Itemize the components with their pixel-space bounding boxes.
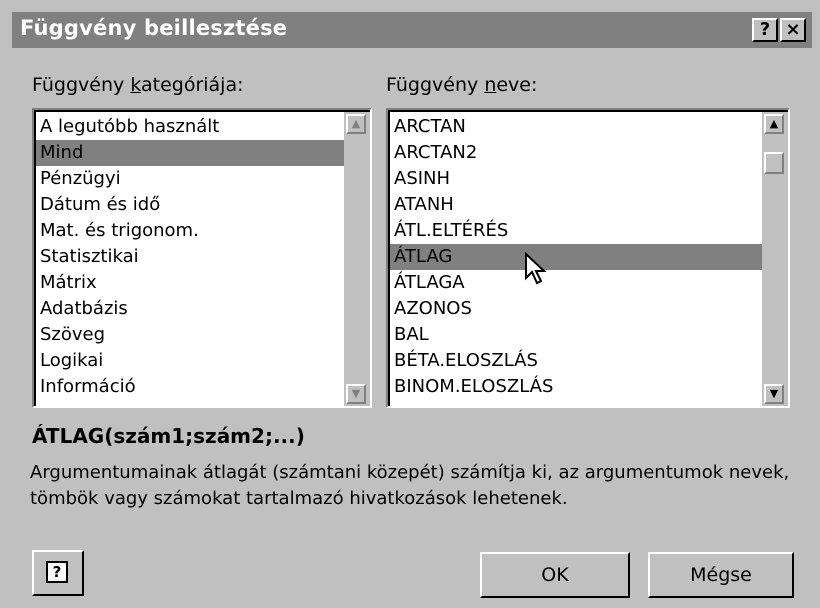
function-items: ARCTAN ARCTAN2 ASINH ATANH ÁTL.ELTÉRÉS ÁTLAG Á… — [390, 114, 762, 400]
scroll-up-icon[interactable]: ▲ — [346, 114, 366, 134]
list-item[interactable]: Pénzügyi — [36, 166, 344, 192]
help-title-button[interactable]: ? — [752, 18, 778, 42]
list-item[interactable]: ASINH — [390, 166, 762, 192]
list-item[interactable]: AZONOS — [390, 296, 762, 322]
category-label-accelerator: k — [130, 74, 141, 96]
list-item[interactable]: Mind — [36, 140, 344, 166]
list-item[interactable]: ÁTL.ELTÉRÉS — [390, 218, 762, 244]
function-listbox[interactable]: ARCTAN ARCTAN2 ASINH ATANH ÁTL.ELTÉRÉS ÁTLAG Á… — [386, 108, 790, 408]
function-name-label: Függvény neve: — [386, 74, 537, 96]
list-item[interactable]: Szöveg — [36, 322, 344, 348]
list-item[interactable]: Információ — [36, 374, 344, 400]
list-item[interactable]: BÉTA.ELOSZLÁS — [390, 348, 762, 374]
list-item[interactable]: Mátrix — [36, 270, 344, 296]
list-item[interactable]: BAL — [390, 322, 762, 348]
category-label: Függvény kategóriája: — [32, 74, 244, 96]
ok-label: OK — [541, 564, 569, 586]
dialog-title: Függvény beillesztése — [20, 16, 288, 40]
help-icon: ? — [46, 561, 68, 583]
close-button[interactable]: × — [780, 18, 806, 42]
category-listbox[interactable]: A legutóbb használt Mind Pénzügyi Dátum és … — [32, 108, 372, 408]
cancel-button[interactable]: Mégse — [648, 552, 794, 598]
scroll-thumb[interactable] — [764, 152, 784, 174]
scroll-up-icon[interactable]: ▲ — [764, 114, 784, 134]
list-item[interactable]: ATANH — [390, 192, 762, 218]
function-scrollbar[interactable]: ▲ ▼ — [762, 112, 788, 406]
list-item[interactable]: BINOM.ELOSZLÁS — [390, 374, 762, 400]
list-item[interactable]: ARCTAN2 — [390, 140, 762, 166]
function-label-text-rest: eve: — [496, 74, 538, 96]
category-label-text: Függvény — [32, 74, 131, 96]
help-button[interactable]: ? — [32, 550, 84, 596]
mouse-cursor-icon — [525, 252, 547, 285]
function-signature: ÁTLAG(szám1;szám2;...) — [32, 424, 305, 448]
ok-button[interactable]: OK — [480, 552, 630, 598]
cancel-label: Mégse — [690, 564, 752, 586]
title-bar: Függvény beillesztése ? × — [12, 12, 812, 48]
function-description: Argumentumainak átlagát (számtani közepé… — [30, 462, 790, 509]
category-items: A legutóbb használt Mind Pénzügyi Dátum és … — [36, 114, 344, 400]
list-item[interactable]: ÁTLAGA — [390, 270, 762, 296]
category-label-text-rest: ategóriája: — [140, 74, 244, 96]
function-label-accelerator: n — [484, 74, 497, 96]
category-scrollbar[interactable]: ▲ ▼ — [344, 112, 370, 406]
list-item[interactable]: ÁTLAG — [390, 244, 762, 270]
function-label-text: Függvény — [386, 74, 485, 96]
list-item[interactable]: A legutóbb használt — [36, 114, 344, 140]
list-item[interactable]: Logikai — [36, 348, 344, 374]
list-item[interactable]: Dátum és idő — [36, 192, 344, 218]
list-item[interactable]: ARCTAN — [390, 114, 762, 140]
list-item[interactable]: Statisztikai — [36, 244, 344, 270]
scroll-down-icon[interactable]: ▼ — [346, 384, 366, 404]
list-item[interactable]: Mat. és trigonom. — [36, 218, 344, 244]
scroll-down-icon[interactable]: ▼ — [764, 384, 784, 404]
list-item[interactable]: Adatbázis — [36, 296, 344, 322]
